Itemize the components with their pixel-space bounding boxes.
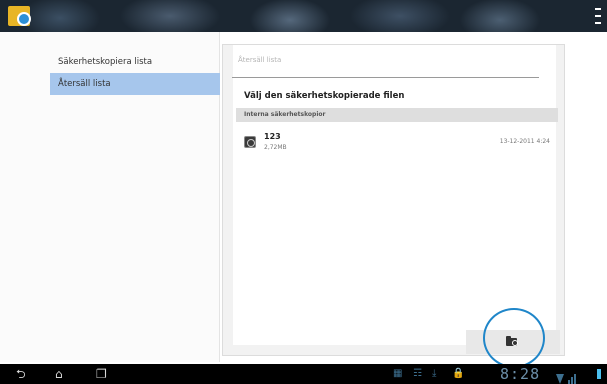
signal-icon <box>568 369 576 384</box>
back-icon[interactable]: ⮌ <box>16 367 26 381</box>
content-panel <box>233 45 556 345</box>
backup-file-row[interactable]: 123 2,72MB 13-12-2011 4:24 <box>236 128 558 158</box>
backup-file-icon <box>244 136 256 148</box>
lock-icon[interactable]: 🔒 <box>452 368 464 380</box>
system-bar: ⮌ ⌂ ❐ ▦ ☶ ⤓ 🔒 8:28 <box>0 364 607 384</box>
battery-icon <box>597 369 601 379</box>
overflow-menu-icon[interactable] <box>587 8 601 24</box>
gallery-icon[interactable]: ▦ <box>393 368 402 380</box>
highlight-circle <box>483 308 545 368</box>
file-name: 123 <box>264 132 281 141</box>
sidebar-item-backup-list[interactable]: Säkerhetskopiera lista <box>50 51 220 73</box>
header-divider <box>232 77 539 78</box>
select-file-heading: Välj den säkerhetskopierade filen <box>244 91 405 101</box>
sidebar-item-restore-list[interactable]: Återsäll lista <box>50 73 220 95</box>
home-icon[interactable]: ⌂ <box>55 367 63 381</box>
clock[interactable]: 8:28 <box>500 365 540 383</box>
action-bar <box>0 0 607 32</box>
panel-header: Återsäll lista <box>238 56 282 64</box>
section-header: Interna säkerhetskopior <box>236 108 558 122</box>
wifi-icon <box>556 369 564 384</box>
backup-app-icon[interactable] <box>8 6 31 26</box>
file-size: 2,72MB <box>264 144 287 151</box>
usb-icon[interactable]: ☶ <box>413 368 422 380</box>
download-icon[interactable]: ⤓ <box>432 368 436 380</box>
file-date: 13-12-2011 4:24 <box>499 138 550 145</box>
recent-apps-icon[interactable]: ❐ <box>96 367 107 381</box>
